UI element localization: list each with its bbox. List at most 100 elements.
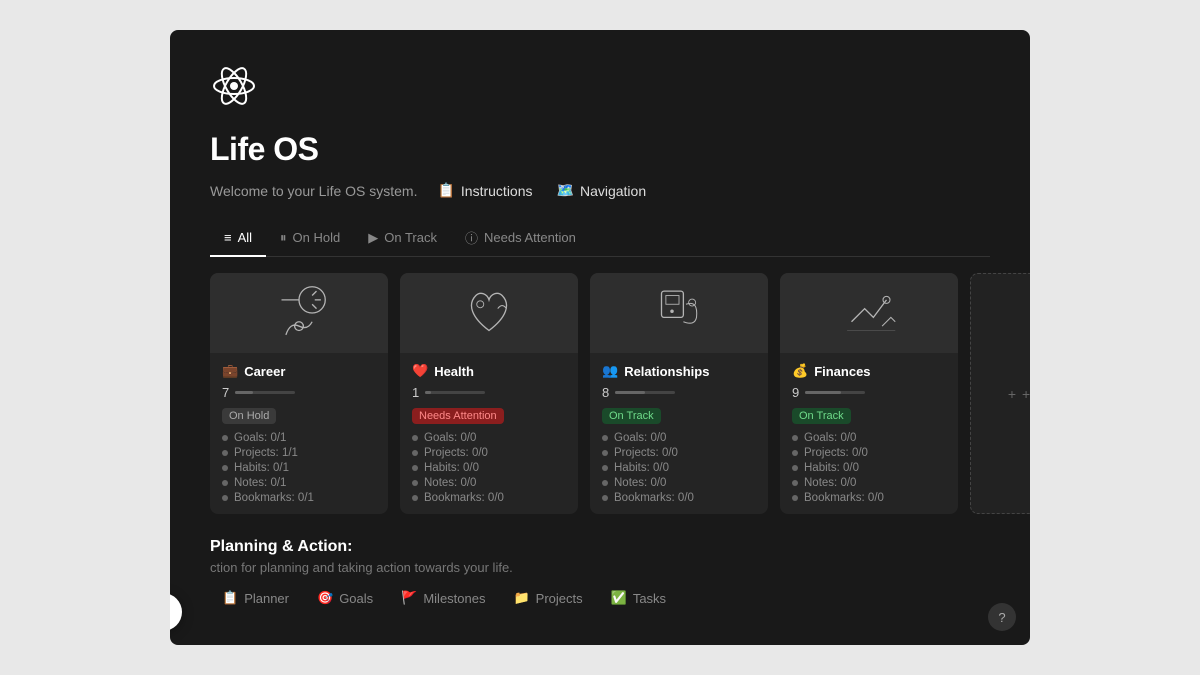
goals-dot <box>412 435 418 441</box>
relationships-card-image <box>590 273 768 353</box>
finances-count-row: 9 <box>792 385 946 400</box>
notes-dot <box>602 480 608 486</box>
finances-card[interactable]: 💰 Finances 9 On Track Goals: 0/0 <box>780 273 958 514</box>
navigation-link[interactable]: 🗺️ Navigation <box>553 180 651 201</box>
goals-dot <box>222 435 228 441</box>
instructions-icon: 📋 <box>437 182 454 199</box>
planner-icon: 📋 <box>222 590 238 606</box>
career-icon: 💼 <box>222 363 238 379</box>
tab-milestones[interactable]: 🚩 Milestones <box>389 585 497 611</box>
track-icon: ▶ <box>368 230 378 246</box>
tasks-icon: ✅ <box>611 590 627 606</box>
relationships-card-body: 👥 Relationships 8 On Track Goals: 0/0 <box>590 353 768 514</box>
add-new-card[interactable]: + + New <box>970 273 1030 514</box>
bookmarks-dot <box>602 495 608 501</box>
bookmarks-dot <box>792 495 798 501</box>
tab-needs-attention[interactable]: ⓘ Needs Attention <box>451 222 590 257</box>
habits-dot <box>412 465 418 471</box>
career-card-body: 💼 Career 7 On Hold Goals: 0/1 <box>210 353 388 514</box>
react-logo-icon <box>210 62 258 110</box>
tab-goals[interactable]: 🎯 Goals <box>305 585 385 611</box>
relationships-icon: 👥 <box>602 363 618 379</box>
fin-bookmarks: Bookmarks: 0/0 <box>792 492 946 504</box>
health-count: 1 <box>412 385 419 400</box>
relationships-count-bar <box>615 391 675 394</box>
milestones-icon: 🚩 <box>401 590 417 606</box>
career-goals: Goals: 0/1 <box>222 432 376 444</box>
health-card[interactable]: ❤️ Health 1 Needs Attention Goals: 0/0 <box>400 273 578 514</box>
health-count-row: 1 <box>412 385 566 400</box>
fin-projects: Projects: 0/0 <box>792 447 946 459</box>
rel-notes: Notes: 0/0 <box>602 477 756 489</box>
health-bookmarks: Bookmarks: 0/0 <box>412 492 566 504</box>
health-title: Health <box>434 364 474 379</box>
logo-area <box>210 62 990 115</box>
planning-title: Planning & Action: <box>210 538 990 556</box>
career-card-header: 💼 Career <box>222 363 376 379</box>
help-button[interactable]: ? <box>988 603 1016 631</box>
health-projects: Projects: 0/0 <box>412 447 566 459</box>
bookmarks-dot <box>222 495 228 501</box>
finances-count: 9 <box>792 385 799 400</box>
hold-icon: ⏸ <box>280 230 287 246</box>
goals-icon: 🎯 <box>317 590 333 606</box>
subtitle-row: Welcome to your Life OS system. 📋 Instru… <box>210 180 990 201</box>
page-title: Life OS <box>210 131 990 168</box>
tab-planner[interactable]: 📋 Planner <box>210 585 301 611</box>
health-status-badge: Needs Attention <box>412 408 504 424</box>
planning-section: Planning & Action: ction for planning an… <box>210 538 990 611</box>
rel-bookmarks: Bookmarks: 0/0 <box>602 492 756 504</box>
add-icon: + <box>1008 386 1016 402</box>
notes-dot <box>412 480 418 486</box>
relationships-count: 8 <box>602 385 609 400</box>
goals-dot <box>602 435 608 441</box>
health-goals: Goals: 0/0 <box>412 432 566 444</box>
relationships-status-badge: On Track <box>602 408 661 424</box>
relationships-title: Relationships <box>624 364 709 379</box>
career-card-image <box>210 273 388 353</box>
health-habits: Habits: 0/0 <box>412 462 566 474</box>
habits-dot <box>602 465 608 471</box>
career-habits: Habits: 0/1 <box>222 462 376 474</box>
health-notes: Notes: 0/0 <box>412 477 566 489</box>
finances-icon: 💰 <box>792 363 808 379</box>
relationships-count-row: 8 <box>602 385 756 400</box>
finances-card-header: 💰 Finances <box>792 363 946 379</box>
tab-all[interactable]: ≡ All <box>210 222 266 257</box>
finances-card-body: 💰 Finances 9 On Track Goals: 0/0 <box>780 353 958 514</box>
rel-habits: Habits: 0/0 <box>602 462 756 474</box>
fin-notes: Notes: 0/0 <box>792 477 946 489</box>
notes-dot <box>222 480 228 486</box>
health-card-header: ❤️ Health <box>412 363 566 379</box>
relationships-card[interactable]: 👥 Relationships 8 On Track Goals: 0/0 <box>590 273 768 514</box>
finances-card-image <box>780 273 958 353</box>
career-stats: Goals: 0/1 Projects: 1/1 Habits: 0/1 <box>222 432 376 504</box>
attention-icon: ⓘ <box>465 228 478 247</box>
bookmarks-dot <box>412 495 418 501</box>
health-stats: Goals: 0/0 Projects: 0/0 Habits: 0/0 <box>412 432 566 504</box>
help-label: ? <box>998 610 1005 625</box>
tab-tasks[interactable]: ✅ Tasks <box>599 585 678 611</box>
rel-goals: Goals: 0/0 <box>602 432 756 444</box>
finances-count-bar <box>805 391 865 394</box>
career-count-bar <box>235 391 295 394</box>
page-content: Life OS Welcome to your Life OS system. … <box>170 30 1030 645</box>
relationships-stats: Goals: 0/0 Projects: 0/0 Habits: 0/0 <box>602 432 756 504</box>
instructions-link[interactable]: 📋 Instructions <box>433 180 536 201</box>
all-icon: ≡ <box>224 230 232 245</box>
projects-icon: 📁 <box>513 590 529 606</box>
career-card[interactable]: 💼 Career 7 On Hold Goals: 0/1 <box>210 273 388 514</box>
notes-dot <box>792 480 798 486</box>
bottom-tabs: 📋 Planner 🎯 Goals 🚩 Milestones 📁 Project… <box>210 585 990 611</box>
habits-dot <box>222 465 228 471</box>
tab-projects[interactable]: 📁 Projects <box>501 585 594 611</box>
tab-on-hold[interactable]: ⏸ On Hold <box>266 222 354 257</box>
rel-projects: Projects: 0/0 <box>602 447 756 459</box>
health-card-image <box>400 273 578 353</box>
health-icon: ❤️ <box>412 363 428 379</box>
finances-title: Finances <box>814 364 870 379</box>
career-count-row: 7 <box>222 385 376 400</box>
add-label: + New <box>1022 386 1030 402</box>
tab-on-track[interactable]: ▶ On Track <box>354 222 451 257</box>
fin-habits: Habits: 0/0 <box>792 462 946 474</box>
